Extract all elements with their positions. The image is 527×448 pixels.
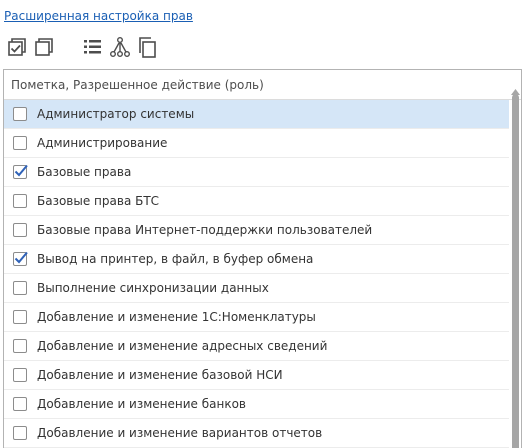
advanced-rights-settings-link[interactable]: Расширенная настройка прав [4,9,193,23]
table-row[interactable]: Администратор системы [4,100,509,129]
table-row[interactable]: Базовые права [4,158,509,187]
row-label: Базовые права [37,165,132,179]
row-checkbox[interactable] [13,397,27,411]
row-label: Администратор системы [37,107,195,121]
row-checkbox[interactable] [13,136,27,150]
tree-view-icon[interactable] [109,36,131,58]
row-label: Выполнение синхронизации данных [37,281,269,295]
table-body: Администратор системы Администрирование Ба… [4,100,509,448]
row-checkbox[interactable] [13,368,27,382]
table-row[interactable]: Администрирование [4,129,509,158]
row-checkbox[interactable] [13,223,27,237]
rights-table: Пометка, Разрешенное действие (роль) Адм… [3,69,522,448]
row-label: Вывод на принтер, в файл, в буфер обмена [37,252,314,266]
check-all-icon[interactable] [6,36,28,58]
row-checkbox[interactable] [13,107,27,121]
table-row[interactable]: Добавление и изменение базовой НСИ [4,361,509,390]
checkmark-icon [14,164,28,177]
row-label: Администрирование [37,136,168,150]
table-row[interactable]: Вывод на принтер, в файл, в буфер обмена [4,245,509,274]
table-row[interactable]: Добавление и изменение вариантов отчетов [4,419,509,448]
table-row[interactable]: Добавление и изменение 1С:Номенклатуры [4,303,509,332]
row-checkbox[interactable] [13,194,27,208]
table-row[interactable]: Базовые права Интернет-поддержки пользов… [4,216,509,245]
row-label: Добавление и изменение банков [37,397,246,411]
row-checkbox[interactable] [13,251,28,266]
table-row[interactable]: Добавление и изменение банков [4,390,509,419]
row-checkbox[interactable] [13,310,27,324]
row-checkbox[interactable] [13,281,27,295]
vertical-scrollbar-thumb[interactable] [512,94,519,448]
row-checkbox[interactable] [13,339,27,353]
table-row[interactable]: Базовые права БТС [4,187,509,216]
copy-icon[interactable] [137,36,159,58]
table-header: Пометка, Разрешенное действие (роль) [4,70,521,100]
row-label: Базовые права Интернет-поддержки пользов… [37,223,373,237]
row-label: Добавление и изменение базовой НСИ [37,368,283,382]
table-row[interactable]: Выполнение синхронизации данных [4,274,509,303]
scroll-up-arrow-icon[interactable] [511,84,520,95]
table-row[interactable]: Добавление и изменение адресных сведений [4,332,509,361]
row-label: Базовые права БТС [37,194,160,208]
row-label: Добавление и изменение адресных сведений [37,339,328,353]
toolbar [0,36,527,60]
list-view-icon[interactable] [82,36,104,58]
row-checkbox[interactable] [13,426,27,440]
row-checkbox[interactable] [13,164,28,179]
column-header-mark-action: Пометка, Разрешенное действие (роль) [11,78,264,92]
row-label: Добавление и изменение вариантов отчетов [37,426,323,440]
row-label: Добавление и изменение 1С:Номенклатуры [37,310,316,324]
uncheck-all-icon[interactable] [33,36,55,58]
checkmark-icon [14,251,28,264]
